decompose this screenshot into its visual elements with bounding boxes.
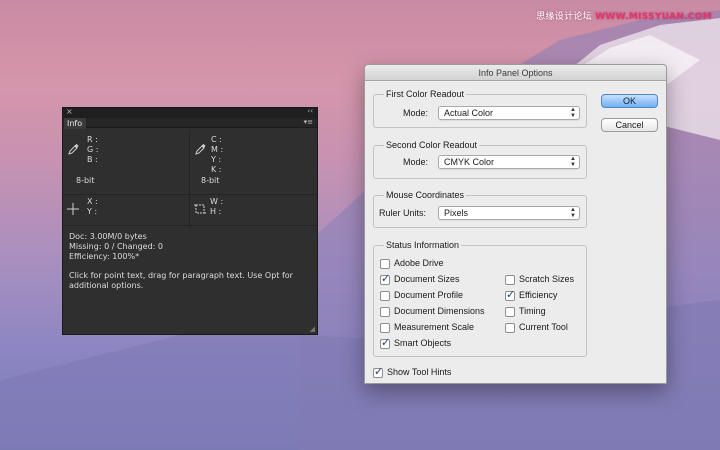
- readout-b-label: B :: [87, 155, 98, 164]
- mode-label: Mode:: [403, 108, 429, 118]
- checkbox-box[interactable]: [380, 337, 390, 349]
- up-down-arrows-icon: ▲ ▼: [570, 207, 576, 219]
- group-title: Status Information: [384, 240, 462, 251]
- eyedropper-icon: [68, 143, 79, 158]
- checkbox-efficiency[interactable]: Efficiency: [505, 289, 558, 301]
- readout-g-label: G :: [87, 145, 99, 154]
- checkbox-document-dimensions[interactable]: Document Dimensions: [380, 306, 485, 317]
- group-title: Second Color Readout: [384, 140, 480, 151]
- select-value: Actual Color: [444, 108, 494, 118]
- checkbox-label: Timing: [519, 306, 546, 316]
- readout-y-label: Y :: [87, 207, 98, 216]
- info-panel-titlebar[interactable]: × ‹‹: [63, 107, 317, 118]
- up-down-arrows-icon: ▲ ▼: [570, 156, 576, 168]
- checkbox-box[interactable]: [505, 274, 515, 285]
- ruler-units-label: Ruler Units:: [379, 208, 427, 218]
- watermark: 思缘设计论坛 WWW.MISSYUAN.COM: [536, 12, 712, 22]
- first-mode-select[interactable]: Actual Color ▲ ▼: [438, 106, 580, 120]
- dialog-title[interactable]: Info Panel Options: [365, 65, 666, 81]
- readout-m-label: M :: [211, 145, 224, 154]
- checkbox-box[interactable]: [505, 306, 515, 317]
- tool-hint-line-1: Click for point text, drag for paragraph…: [69, 271, 293, 280]
- checkbox-smart-objects[interactable]: Smart Objects: [380, 337, 452, 349]
- second-color-readout-group: Second Color Readout Mode: CMYK Color ▲ ▼: [373, 140, 587, 179]
- info-panel-tabrow: Info ▾≡: [63, 118, 317, 129]
- checkbox-scratch-sizes[interactable]: Scratch Sizes: [505, 274, 574, 285]
- ok-button[interactable]: OK: [601, 94, 658, 108]
- checkbox-label: Scratch Sizes: [519, 274, 575, 284]
- status-efficiency: Efficiency: 100%*: [69, 252, 140, 261]
- cmyk-bitdepth: 8-bit: [201, 176, 220, 185]
- readout-x-label: X :: [87, 197, 98, 206]
- group-title: First Color Readout: [384, 89, 467, 100]
- checkbox-label: Adobe Drive: [394, 258, 444, 268]
- panel-menu-icon[interactable]: ▾≡: [304, 118, 313, 126]
- collapse-icon[interactable]: ‹‹: [307, 107, 313, 115]
- readout-h-label: H :: [210, 207, 222, 216]
- checkbox-current-tool[interactable]: Current Tool: [505, 322, 568, 333]
- checkbox-box[interactable]: [380, 273, 390, 285]
- checkbox-document-sizes[interactable]: Document Sizes: [380, 273, 460, 285]
- select-value: CMYK Color: [444, 157, 495, 167]
- readout-y-label: Y :: [211, 155, 222, 164]
- eyedropper-icon: [195, 143, 206, 158]
- checkbox-label: Document Profile: [394, 290, 464, 300]
- checkbox-label: Current Tool: [519, 322, 568, 332]
- close-icon[interactable]: ×: [66, 107, 73, 116]
- up-down-arrows-icon: ▲ ▼: [570, 107, 576, 119]
- group-title: Mouse Coordinates: [384, 190, 467, 201]
- checkbox-label: Measurement Scale: [394, 322, 475, 332]
- resize-grip-icon[interactable]: ◢: [310, 325, 315, 333]
- rgb-bitdepth: 8-bit: [76, 176, 95, 185]
- selection-size-icon: [194, 203, 206, 218]
- info-panel-options-dialog: Info Panel Options First Color Readout M…: [364, 64, 667, 384]
- checkbox-box[interactable]: [505, 322, 515, 333]
- readout-k-label: K :: [211, 165, 222, 174]
- crosshair-icon: [67, 203, 79, 218]
- checkbox-adobe-drive[interactable]: Adobe Drive: [380, 258, 444, 269]
- ruler-units-select[interactable]: Pixels ▲ ▼: [438, 206, 580, 220]
- checkbox-box[interactable]: [380, 258, 390, 269]
- checkbox-box[interactable]: [505, 289, 515, 301]
- checkbox-label: Show Tool Hints: [387, 367, 452, 377]
- checkbox-box[interactable]: [380, 322, 390, 333]
- checkbox-label: Document Dimensions: [394, 306, 485, 316]
- tool-hint-line-2: additional options.: [69, 281, 144, 290]
- checkbox-timing[interactable]: Timing: [505, 306, 546, 317]
- checkbox-document-profile[interactable]: Document Profile: [380, 290, 463, 301]
- mouse-coordinates-group: Mouse Coordinates Ruler Units: Pixels ▲ ▼: [373, 190, 587, 228]
- status-doc: Doc: 3.00M/0 bytes: [69, 232, 147, 241]
- checkbox-box[interactable]: [380, 306, 390, 317]
- checkbox-box[interactable]: [373, 366, 383, 378]
- show-tool-hints-checkbox[interactable]: Show Tool Hints: [373, 366, 452, 378]
- checkbox-label: Smart Objects: [394, 338, 452, 348]
- second-mode-select[interactable]: CMYK Color ▲ ▼: [438, 155, 580, 169]
- readout-divider: [189, 130, 190, 228]
- info-panel: × ‹‹ Info ▾≡ R : G : B : 8-bit C : M : Y…: [62, 107, 318, 335]
- mode-label: Mode:: [403, 157, 429, 167]
- readout-w-label: W :: [210, 197, 224, 206]
- readout-divider: [63, 194, 317, 195]
- checkbox-label: Efficiency: [519, 290, 558, 300]
- status-information-group: Status Information Adobe Drive Document S…: [373, 240, 587, 357]
- tab-info[interactable]: Info: [64, 118, 86, 129]
- status-missing: Missing: 0 / Changed: 0: [69, 242, 163, 251]
- readout-c-label: C :: [211, 135, 222, 144]
- checkbox-label: Document Sizes: [394, 274, 460, 284]
- checkbox-box[interactable]: [380, 290, 390, 301]
- readout-divider: [63, 225, 317, 226]
- select-value: Pixels: [444, 208, 469, 218]
- cancel-button[interactable]: Cancel: [601, 118, 658, 132]
- readout-r-label: R :: [87, 135, 98, 144]
- first-color-readout-group: First Color Readout Mode: Actual Color ▲…: [373, 89, 587, 128]
- checkbox-measurement-scale[interactable]: Measurement Scale: [380, 322, 474, 333]
